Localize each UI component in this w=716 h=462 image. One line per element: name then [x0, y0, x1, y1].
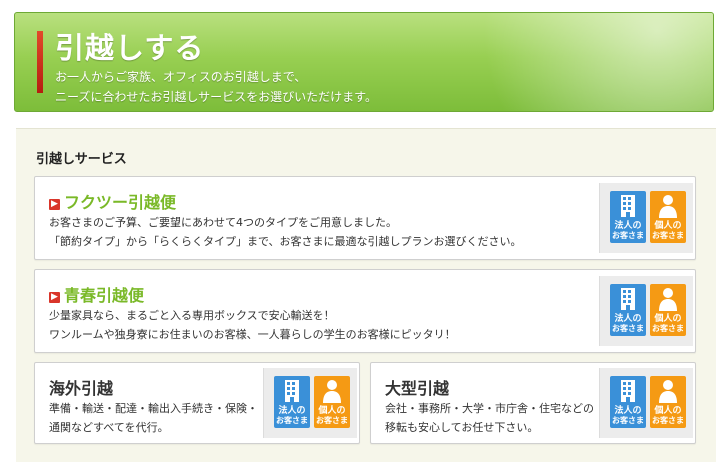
desc-line: 移転も安心してお任せ下さい。 — [385, 421, 539, 434]
badge-label: 個人の — [654, 221, 682, 231]
desc-line: 「節約タイプ」から「らくらくタイプ」まで、お客さまに最適な引越しプランお選びくだ… — [49, 235, 522, 248]
badge-label: お客さま — [652, 324, 684, 333]
customer-badges: 法人の お客さま 個人の お客さま — [599, 368, 693, 438]
badge-label: お客さま — [612, 231, 644, 240]
badge-label: お客さま — [612, 416, 644, 425]
individual-badge: 個人の お客さま — [650, 191, 686, 243]
individual-badge: 個人の お客さま — [650, 376, 686, 428]
badge-label: 個人の — [654, 406, 682, 416]
service-card-seishun[interactable]: ▶ 青春引越便 少量家具なら、まるごと入る専用ボックスで安心輸送を！ ワンルームや… — [34, 269, 696, 353]
person-icon — [659, 288, 677, 311]
badge-label: 個人の — [318, 406, 346, 416]
service-title-fukutsu[interactable]: ▶ フクツー引越便 — [49, 189, 176, 213]
desc-line: 準備・輸送・配達・輸出入手続き・保険・ — [49, 402, 258, 415]
individual-badge: 個人の お客さま — [650, 284, 686, 336]
service-card-overseas[interactable]: 海外引越 準備・輸送・配達・輸出入手続き・保険・ 通関などすべてを代行。 法人の… — [34, 362, 360, 444]
hero-accent-bar — [37, 31, 43, 93]
badge-label: 法人の — [614, 314, 642, 324]
badge-label: 個人の — [654, 314, 682, 324]
hero-description: お一人からご家族、オフィスのお引越しまで、 ニーズに合わせたお引越しサービスをお… — [55, 67, 377, 107]
arrow-right-icon: ▶ — [49, 292, 60, 303]
page-title: 引越しする — [55, 31, 205, 65]
corporate-badge: 法人の お客さま — [610, 376, 646, 428]
badge-label: お客さま — [652, 231, 684, 240]
badge-label: 法人の — [614, 406, 642, 416]
building-icon — [621, 288, 635, 310]
service-title-seishun[interactable]: ▶ 青春引越便 — [49, 282, 144, 306]
corporate-badge: 法人の お客さま — [274, 376, 310, 428]
desc-line: お客さまのご予算、ご要望にあわせて4つのタイプをご用意しました。 — [49, 216, 397, 229]
service-desc-overseas: 準備・輸送・配達・輸出入手続き・保険・ 通関などすべてを代行。 — [49, 399, 258, 437]
service-desc-large: 会社・事務所・大学・市庁舎・住宅などの 移転も安心してお任せ下さい。 — [385, 399, 594, 437]
section-title: 引越しサービス — [36, 152, 127, 167]
desc-line: ワンルームや独身寮にお住まいのお客様、一人暮らしの学生のお客様にピッタリ！ — [49, 328, 456, 341]
desc-line: 会社・事務所・大学・市庁舎・住宅などの — [385, 402, 594, 415]
corporate-badge: 法人の お客さま — [610, 191, 646, 243]
corporate-badge: 法人の お客さま — [610, 284, 646, 336]
person-icon — [323, 380, 341, 403]
service-desc-fukutsu: お客さまのご予算、ご要望にあわせて4つのタイプをご用意しました。 「節約タイプ」… — [49, 213, 522, 251]
service-card-fukutsu[interactable]: ▶ フクツー引越便 お客さまのご予算、ご要望にあわせて4つのタイプをご用意しました… — [34, 176, 696, 260]
arrow-right-icon: ▶ — [49, 199, 60, 210]
badge-label: お客さま — [276, 416, 308, 425]
hero-banner: 引越しする お一人からご家族、オフィスのお引越しまで、 ニーズに合わせたお引越し… — [14, 12, 714, 112]
badge-label: お客さま — [316, 416, 348, 425]
building-icon — [621, 380, 635, 402]
customer-badges: 法人の お客さま 個人の お客さま — [599, 276, 693, 346]
building-icon — [285, 380, 299, 402]
desc-line: 通関などすべてを代行。 — [49, 421, 169, 434]
service-title-text: フクツー引越便 — [64, 193, 177, 212]
badge-label: 法人の — [278, 406, 306, 416]
hero-desc-line1: お一人からご家族、オフィスのお引越しまで、 — [55, 70, 307, 84]
hero-desc-line2: ニーズに合わせたお引越しサービスをお選びいただけます。 — [55, 90, 377, 104]
building-icon — [621, 195, 635, 217]
service-title-large[interactable]: 大型引越 — [385, 375, 449, 399]
badge-label: 法人の — [614, 221, 642, 231]
badge-label: お客さま — [652, 416, 684, 425]
individual-badge: 個人の お客さま — [314, 376, 350, 428]
service-title-overseas[interactable]: 海外引越 — [49, 375, 113, 399]
badge-label: お客さま — [612, 324, 644, 333]
service-title-text: 青春引越便 — [64, 286, 145, 305]
service-card-large[interactable]: 大型引越 会社・事務所・大学・市庁舎・住宅などの 移転も安心してお任せ下さい。 … — [370, 362, 696, 444]
service-desc-seishun: 少量家具なら、まるごと入る専用ボックスで安心輸送を！ ワンルームや独身寮にお住ま… — [49, 306, 456, 344]
customer-badges: 法人の お客さま 個人の お客さま — [263, 368, 357, 438]
person-icon — [659, 195, 677, 218]
desc-line: 少量家具なら、まるごと入る専用ボックスで安心輸送を！ — [49, 309, 335, 322]
customer-badges: 法人の お客さま 個人の お客さま — [599, 183, 693, 253]
person-icon — [659, 380, 677, 403]
